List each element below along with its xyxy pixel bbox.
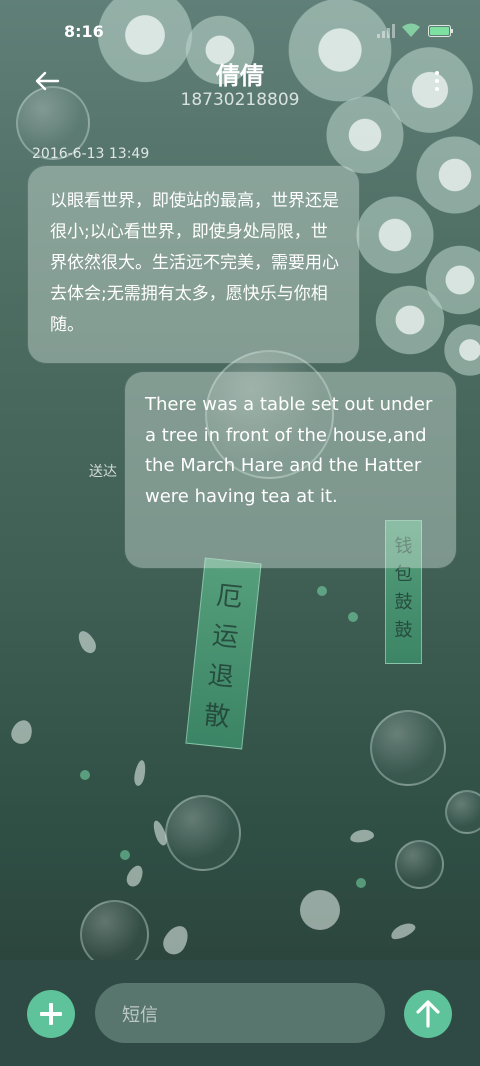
wifi-icon [402, 23, 420, 37]
message-text: There was a table set out under a tree i… [145, 394, 433, 507]
status-time: 8:16 [64, 22, 104, 41]
signal-icon [377, 24, 395, 38]
contact-number: 18730218809 [180, 90, 300, 110]
status-bar: 8:16 [0, 0, 480, 60]
send-arrow-icon[interactable] [404, 990, 452, 1038]
more-vertical-icon[interactable] [430, 68, 444, 98]
message-input[interactable]: 短信 [95, 983, 385, 1043]
message-input-placeholder: 短信 [122, 1005, 158, 1026]
charm-tag-left: 厄 运 退 散 [185, 557, 262, 750]
message-text: 以眼看世界，即使站的最高，世界还是很小;以心看世界，即使身处局限，世界依然很大。… [50, 191, 339, 335]
battery-icon [428, 25, 453, 37]
messaging-screen: 厄 运 退 散 钱 包 鼓 鼓 8:16 倩倩 18730218809 2016… [0, 0, 480, 1066]
contact-name: 倩倩 [216, 62, 264, 90]
outgoing-message-bubble[interactable]: There was a table set out under a tree i… [125, 372, 456, 568]
incoming-message-bubble[interactable]: 以眼看世界，即使站的最高，世界还是很小;以心看世界，即使身处局限，世界依然很大。… [28, 166, 359, 363]
message-timestamp: 2016-6-13 13:49 [32, 146, 150, 162]
plus-icon[interactable] [27, 990, 75, 1038]
delivery-status: 送达 [89, 464, 117, 480]
